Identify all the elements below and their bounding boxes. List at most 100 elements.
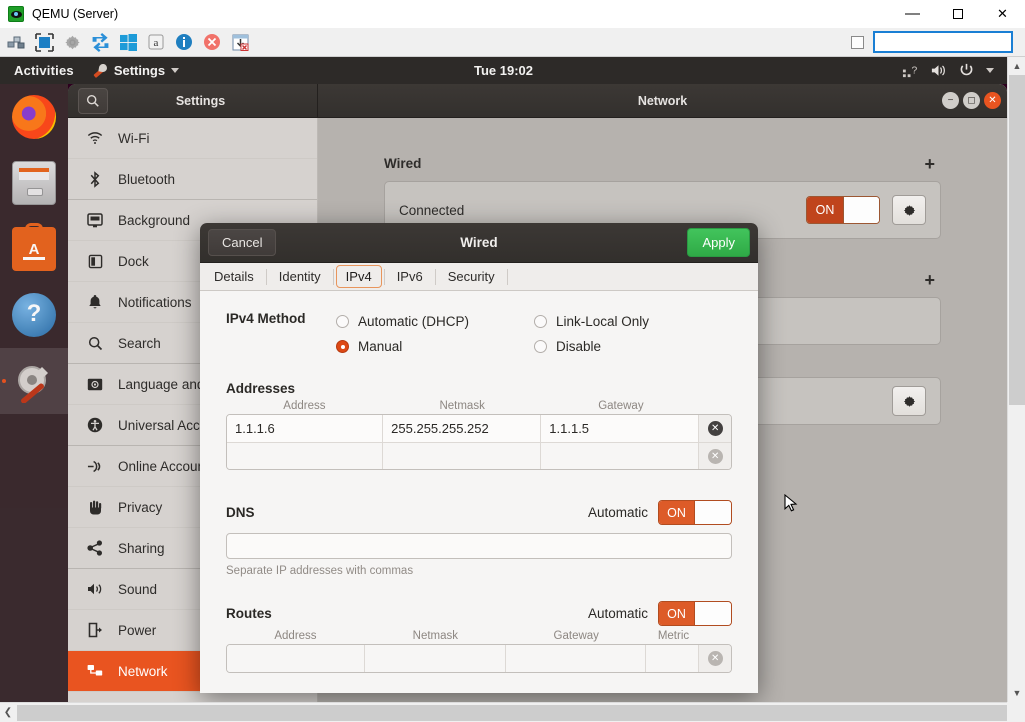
sidebar-item-wi-fi[interactable]: Wi-Fi: [68, 118, 317, 159]
minimize-icon[interactable]: −: [942, 92, 959, 109]
online-accounts-icon: [86, 457, 104, 475]
dns-section: DNS Automatic ON Separate IP addresses w…: [226, 500, 732, 577]
ipv4-method-section: IPv4 Method Automatic (DHCP) Manual: [226, 309, 732, 359]
sidebar-item-label: Background: [118, 213, 190, 228]
bell-icon: [86, 293, 104, 311]
connection-toggle[interactable]: ON: [806, 196, 880, 224]
dialog-tabs[interactable]: Details Identity IPv4 IPv6 Security: [200, 263, 758, 291]
radio-button[interactable]: [336, 315, 349, 328]
tab-ipv6[interactable]: IPv6: [387, 265, 433, 288]
dock-item-help[interactable]: ?: [0, 282, 68, 348]
qemu-window: QEMU (Server) — ✕ a: [0, 0, 1025, 722]
cell-netmask[interactable]: 255.255.255.252: [383, 415, 541, 442]
power-icon: [958, 62, 975, 79]
scroll-left-icon[interactable]: ❮: [0, 707, 16, 718]
radio-link-local-only[interactable]: Link-Local Only: [534, 309, 732, 334]
routes-table: ✕: [226, 644, 732, 673]
cell-metric[interactable]: [646, 645, 700, 672]
horizontal-scrollbar[interactable]: ❮ ❯: [0, 702, 1025, 722]
add-connection-button[interactable]: +: [918, 157, 941, 171]
radio-automatic-dhcp[interactable]: Automatic (DHCP): [336, 309, 534, 334]
close-icon[interactable]: ✕: [984, 92, 1001, 109]
radio-disable[interactable]: Disable: [534, 334, 732, 359]
dns-input[interactable]: [226, 533, 732, 559]
qemu-eye-icon: [8, 6, 24, 22]
dock-item-files[interactable]: [0, 150, 68, 216]
close-icon[interactable]: ✕: [980, 0, 1025, 28]
scroll-down-icon[interactable]: ▼: [1008, 684, 1025, 702]
gnome-topbar: Activities Settings Tue 19:02 ?: [0, 57, 1007, 84]
maximize-icon[interactable]: [935, 0, 980, 28]
info-icon[interactable]: [172, 30, 196, 54]
tab-divider: [384, 269, 385, 285]
cell-netmask[interactable]: [383, 443, 541, 469]
toolbar-text-input[interactable]: [873, 31, 1013, 53]
sidebar-item-bluetooth[interactable]: Bluetooth: [68, 159, 317, 200]
toolbar-checkbox[interactable]: [851, 36, 864, 49]
radio-label: Link-Local Only: [556, 314, 649, 329]
add-connection-button-2[interactable]: +: [918, 273, 941, 287]
gear-icon[interactable]: [892, 195, 926, 225]
windows-icon[interactable]: [116, 30, 140, 54]
horizontal-scroll-thumb[interactable]: [17, 705, 1008, 721]
dialog-headerbar: Cancel Wired Apply: [200, 223, 758, 263]
delete-route-button[interactable]: ✕: [699, 645, 731, 672]
cell-address[interactable]: [227, 443, 383, 469]
cell-address[interactable]: 1.1.1.6: [227, 415, 383, 442]
wifi-icon: [86, 129, 104, 147]
settings-gear-icon[interactable]: [60, 30, 84, 54]
dock-item-settings[interactable]: [0, 348, 68, 414]
dock-item-firefox[interactable]: [0, 84, 68, 150]
settings-app-icon: [92, 63, 108, 79]
tab-security[interactable]: Security: [438, 265, 505, 288]
scroll-up-icon[interactable]: ▲: [1008, 57, 1025, 75]
wired-section-title: Wired: [384, 156, 421, 171]
radio-manual[interactable]: Manual: [336, 334, 534, 359]
search-icon[interactable]: [78, 88, 108, 114]
dock-item-ubuntu-software[interactable]: A: [0, 216, 68, 282]
panel-title: Network: [318, 94, 1007, 108]
qemu-titlebar: QEMU (Server) — ✕: [0, 0, 1025, 28]
app-menu-label: Settings: [114, 63, 165, 78]
routes-automatic-label: Automatic: [588, 606, 648, 621]
column-header-metric: Metric: [647, 630, 701, 644]
system-tray[interactable]: ?: [902, 62, 1007, 79]
addresses-section: Addresses Address Netmask Gateway 1.1.1.…: [226, 381, 732, 470]
gear-icon[interactable]: [892, 386, 926, 416]
activities-button[interactable]: Activities: [0, 63, 84, 78]
tab-identity[interactable]: Identity: [269, 265, 331, 288]
radio-button-selected[interactable]: [336, 340, 349, 353]
clock[interactable]: Tue 19:02: [434, 63, 574, 78]
cell-gateway[interactable]: [541, 443, 699, 469]
delete-address-button[interactable]: ✕: [699, 443, 731, 469]
cell-gateway[interactable]: 1.1.1.5: [541, 415, 699, 442]
delete-address-button[interactable]: ✕: [699, 415, 731, 442]
cell-netmask[interactable]: [365, 645, 505, 672]
table-row: 1.1.1.6 255.255.255.252 1.1.1.5 ✕: [227, 415, 731, 442]
network-icon[interactable]: [4, 30, 28, 54]
firefox-icon: [12, 95, 56, 139]
minimize-icon[interactable]: —: [890, 0, 935, 28]
chevron-down-icon: [171, 68, 179, 73]
vertical-scroll-thumb[interactable]: [1009, 75, 1025, 405]
tab-ipv4[interactable]: IPv4: [336, 265, 382, 288]
close-red-icon[interactable]: [200, 30, 224, 54]
tab-divider: [435, 269, 436, 285]
apply-button[interactable]: Apply: [687, 228, 750, 257]
maximize-icon[interactable]: ◻: [963, 92, 980, 109]
app-menu-settings[interactable]: Settings: [84, 63, 187, 79]
radio-button[interactable]: [534, 315, 547, 328]
routes-automatic-toggle[interactable]: ON: [658, 601, 732, 626]
refresh-icon[interactable]: [88, 30, 112, 54]
tab-details[interactable]: Details: [204, 265, 264, 288]
dns-automatic-toggle[interactable]: ON: [658, 500, 732, 525]
cell-gateway[interactable]: [506, 645, 646, 672]
radio-button[interactable]: [534, 340, 547, 353]
sidebar-item-label: Privacy: [118, 500, 162, 515]
vertical-scrollbar[interactable]: ▲ ▼: [1007, 57, 1025, 702]
fullscreen-icon[interactable]: [32, 30, 56, 54]
archive-delete-icon[interactable]: [228, 30, 252, 54]
text-doc-icon[interactable]: a: [144, 30, 168, 54]
background-icon: [86, 211, 104, 229]
cell-address[interactable]: [227, 645, 365, 672]
